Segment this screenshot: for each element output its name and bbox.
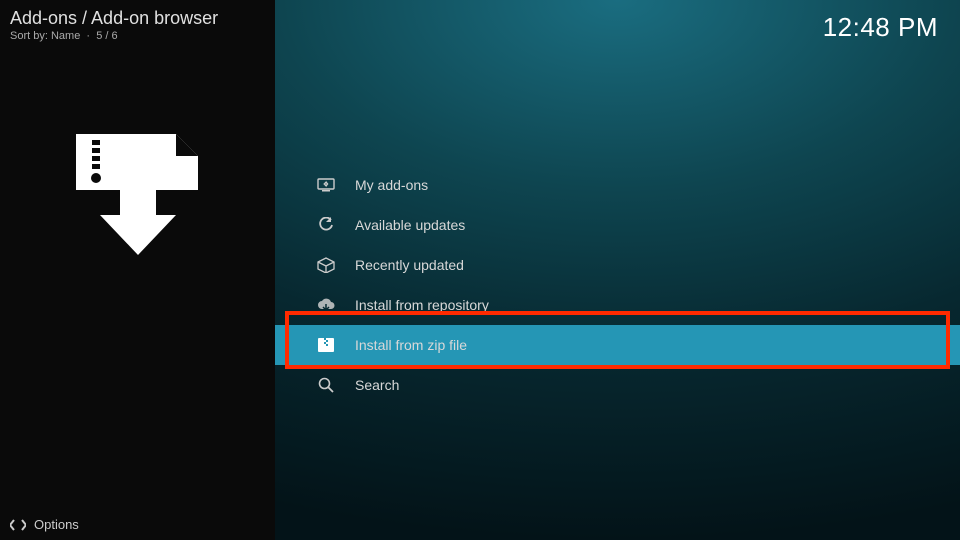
- menu-item-label: Search: [355, 377, 399, 393]
- sort-value: Name: [51, 30, 80, 42]
- menu-item-available-updates[interactable]: Available updates: [275, 205, 960, 245]
- options-icon: [10, 518, 26, 532]
- menu-item-label: My add-ons: [355, 177, 428, 193]
- menu-item-label: Install from zip file: [355, 337, 467, 353]
- menu-item-my-addons[interactable]: My add-ons: [275, 165, 960, 205]
- menu-item-label: Install from repository: [355, 297, 489, 313]
- zip-download-icon: [68, 130, 208, 260]
- sort-label: Sort by:: [10, 30, 48, 42]
- sort-line: Sort by: Name · 5 / 6: [10, 30, 218, 42]
- menu-item-search[interactable]: Search: [275, 365, 960, 405]
- menu-item-install-repository[interactable]: Install from repository: [275, 285, 960, 325]
- list-position: 5 / 6: [96, 30, 117, 42]
- menu-list: My add-ons Available updates Recently up…: [275, 165, 960, 405]
- screen-icon: [315, 178, 337, 192]
- sidebar: Add-ons / Add-on browser Sort by: Name ·…: [0, 0, 275, 540]
- menu-item-install-zip[interactable]: Install from zip file: [275, 325, 960, 365]
- zip-icon: [315, 337, 337, 353]
- app-root: Add-ons / Add-on browser Sort by: Name ·…: [0, 0, 960, 540]
- main-panel: 12:48 PM My add-ons Available updates Re…: [275, 0, 960, 540]
- options-label: Options: [34, 517, 79, 532]
- refresh-icon: [315, 217, 337, 233]
- menu-item-recently-updated[interactable]: Recently updated: [275, 245, 960, 285]
- menu-item-label: Available updates: [355, 217, 465, 233]
- box-icon: [315, 257, 337, 273]
- menu-item-label: Recently updated: [355, 257, 464, 273]
- header: Add-ons / Add-on browser Sort by: Name ·…: [10, 8, 218, 42]
- breadcrumb: Add-ons / Add-on browser: [10, 8, 218, 29]
- search-icon: [315, 377, 337, 393]
- options-button[interactable]: Options: [10, 517, 79, 532]
- cloud-down-icon: [315, 298, 337, 312]
- clock: 12:48 PM: [823, 12, 938, 43]
